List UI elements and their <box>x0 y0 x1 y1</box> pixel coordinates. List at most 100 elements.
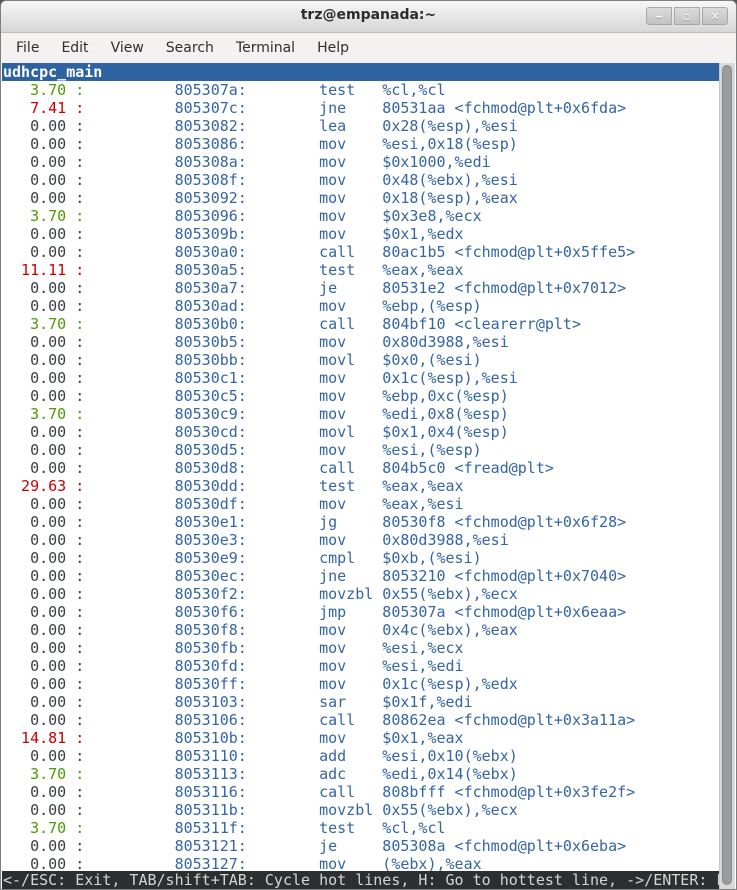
instruction: 8053127: mov (%ebx),%eax <box>93 855 481 871</box>
instruction: 80530a7: je 80531e2 <fchmod@plt+0x7012> <box>93 279 626 297</box>
disasm-row[interactable]: 0.00 : 80530b5: mov 0x80d3988,%esi <box>3 333 719 351</box>
disasm-row[interactable]: 0.00 : 80530e1: jg 80530f8 <fchmod@plt+0… <box>3 513 719 531</box>
disasm-row[interactable]: 0.00 : 80530f2: movzbl 0x55(%ebx),%ecx <box>3 585 719 603</box>
instruction: 805307c: jne 80531aa <fchmod@plt+0x6fda> <box>93 99 626 117</box>
instruction: 8053096: mov $0x3e8,%ecx <box>93 207 481 225</box>
percent: 0.00 : <box>3 567 93 585</box>
instruction: 80530b0: call 804bf10 <clearerr@plt> <box>93 315 581 333</box>
percent: 0.00 : <box>3 531 93 549</box>
scrollbar[interactable] <box>719 63 735 889</box>
disasm-row[interactable]: 7.41 : 805307c: jne 80531aa <fchmod@plt+… <box>3 99 719 117</box>
minimize-icon: ‒ <box>655 10 663 23</box>
status-bar: <-/ESC: Exit, TAB/shift+TAB: Cycle hot l… <box>2 871 719 889</box>
menubar: File Edit View Search Terminal Help <box>1 33 736 63</box>
disasm-row[interactable]: 0.00 : 80530d8: call 804b5c0 <fread@plt> <box>3 459 719 477</box>
instruction: 80530f6: jmp 805307a <fchmod@plt+0x6eaa> <box>93 603 626 621</box>
disasm-row[interactable]: 0.00 : 80530f6: jmp 805307a <fchmod@plt+… <box>3 603 719 621</box>
percent: 0.00 : <box>3 297 93 315</box>
disasm-row[interactable]: 0.00 : 80530ec: jne 8053210 <fchmod@plt+… <box>3 567 719 585</box>
disasm-row[interactable]: 0.00 : 8053121: je 805308a <fchmod@plt+0… <box>3 837 719 855</box>
maximize-icon: ▫ <box>683 10 690 23</box>
disasm-row[interactable]: 0.00 : 8053086: mov %esi,0x18(%esp) <box>3 135 719 153</box>
disasm-row[interactable]: 0.00 : 8053082: lea 0x28(%esp),%esi <box>3 117 719 135</box>
menu-terminal[interactable]: Terminal <box>225 36 306 60</box>
disasm-row[interactable]: 29.63 : 80530dd: test %eax,%eax <box>3 477 719 495</box>
disasm-row[interactable]: 3.70 : 80530b0: call 804bf10 <clearerr@p… <box>3 315 719 333</box>
close-button[interactable]: ✕ <box>702 7 728 25</box>
instruction: 80530c9: mov %edi,0x8(%esp) <box>93 405 508 423</box>
disasm-row[interactable]: 0.00 : 80530c1: mov 0x1c(%esp),%esi <box>3 369 719 387</box>
disasm-row[interactable]: 0.00 : 80530d5: mov %esi,(%esp) <box>3 441 719 459</box>
percent: 0.00 : <box>3 621 93 639</box>
percent: 0.00 : <box>3 441 93 459</box>
disasm-row[interactable]: 0.00 : 80530e3: mov 0x80d3988,%esi <box>3 531 719 549</box>
percent: 0.00 : <box>3 153 93 171</box>
disasm-row[interactable]: 0.00 : 80530df: mov %eax,%esi <box>3 495 719 513</box>
instruction: 8053121: je 805308a <fchmod@plt+0x6eba> <box>93 837 626 855</box>
instruction: 80530f8: mov 0x4c(%ebx),%eax <box>93 621 517 639</box>
disasm-row[interactable]: 0.00 : 80530a0: call 80ac1b5 <fchmod@plt… <box>3 243 719 261</box>
menu-edit[interactable]: Edit <box>50 36 99 60</box>
disasm-row[interactable]: 0.00 : 8053110: add %esi,0x10(%ebx) <box>3 747 719 765</box>
menu-search[interactable]: Search <box>155 36 225 60</box>
disasm-row[interactable]: 0.00 : 805308f: mov 0x48(%ebx),%esi <box>3 171 719 189</box>
disasm-row[interactable]: 3.70 : 805307a: test %cl,%cl <box>3 81 719 99</box>
percent: 3.70 : <box>3 405 93 423</box>
window-controls: ‒ ▫ ✕ <box>646 7 728 25</box>
function-header[interactable]: udhcpc_main <box>2 63 719 81</box>
instruction: 80530ad: mov %ebp,(%esp) <box>93 297 481 315</box>
disasm-row[interactable]: 0.00 : 805309b: mov $0x1,%edx <box>3 225 719 243</box>
instruction: 80530bb: movl $0x0,(%esi) <box>93 351 481 369</box>
disasm-row[interactable]: 3.70 : 8053096: mov $0x3e8,%ecx <box>3 207 719 225</box>
disasm-row[interactable]: 0.00 : 80530e9: cmpl $0xb,(%esi) <box>3 549 719 567</box>
instruction: 80530ec: jne 8053210 <fchmod@plt+0x7040> <box>93 567 626 585</box>
instruction: 805311b: movzbl 0x55(%ebx),%ecx <box>93 801 517 819</box>
disasm-row[interactable]: 0.00 : 80530fb: mov %esi,%ecx <box>3 639 719 657</box>
titlebar[interactable]: trz@empanada:~ ‒ ▫ ✕ <box>1 1 736 33</box>
disasm-row[interactable]: 3.70 : 80530c9: mov %edi,0x8(%esp) <box>3 405 719 423</box>
scrollbar-thumb[interactable] <box>722 65 732 885</box>
instruction: 80530a0: call 80ac1b5 <fchmod@plt+0x5ffe… <box>93 243 635 261</box>
disasm-row[interactable]: 11.11 : 80530a5: test %eax,%eax <box>3 261 719 279</box>
maximize-button[interactable]: ▫ <box>674 7 700 25</box>
percent: 0.00 : <box>3 657 93 675</box>
minimize-button[interactable]: ‒ <box>646 7 672 25</box>
disasm-row[interactable]: 0.00 : 80530bb: movl $0x0,(%esi) <box>3 351 719 369</box>
disasm-row[interactable]: 0.00 : 8053092: mov 0x18(%esp),%eax <box>3 189 719 207</box>
instruction: 805309b: mov $0x1,%edx <box>93 225 463 243</box>
percent: 0.00 : <box>3 783 93 801</box>
percent: 3.70 : <box>3 765 93 783</box>
disasm-row[interactable]: 0.00 : 805308a: mov $0x1000,%edi <box>3 153 719 171</box>
instruction: 80530d5: mov %esi,(%esp) <box>93 441 481 459</box>
disasm-row[interactable]: 3.70 : 805311f: test %cl,%cl <box>3 819 719 837</box>
menu-file[interactable]: File <box>5 36 50 60</box>
disasm-row[interactable]: 14.81 : 805310b: mov $0x1,%eax <box>3 729 719 747</box>
disasm-row[interactable]: 0.00 : 8053106: call 80862ea <fchmod@plt… <box>3 711 719 729</box>
disasm-row[interactable]: 0.00 : 80530cd: movl $0x1,0x4(%esp) <box>3 423 719 441</box>
terminal-screen[interactable]: udhcpc_main 3.70 : 805307a: test %cl,%cl… <box>2 63 735 889</box>
instruction: 80530e9: cmpl $0xb,(%esi) <box>93 549 481 567</box>
disasm-row[interactable]: 0.00 : 80530fd: mov %esi,%edi <box>3 657 719 675</box>
disasm-row[interactable]: 0.00 : 8053127: mov (%ebx),%eax <box>3 855 719 871</box>
disasm-row[interactable]: 0.00 : 805311b: movzbl 0x55(%ebx),%ecx <box>3 801 719 819</box>
disasm-row[interactable]: 0.00 : 80530ff: mov 0x1c(%esp),%edx <box>3 675 719 693</box>
disasm-row[interactable]: 3.70 : 8053113: adc %edi,0x14(%ebx) <box>3 765 719 783</box>
instruction: 805310b: mov $0x1,%eax <box>93 729 463 747</box>
disasm-row[interactable]: 0.00 : 8053116: call 808bfff <fchmod@plt… <box>3 783 719 801</box>
percent: 3.70 : <box>3 315 93 333</box>
disasm-row[interactable]: 0.00 : 80530f8: mov 0x4c(%ebx),%eax <box>3 621 719 639</box>
disasm-row[interactable]: 0.00 : 80530a7: je 80531e2 <fchmod@plt+0… <box>3 279 719 297</box>
percent: 0.00 : <box>3 585 93 603</box>
percent: 0.00 : <box>3 243 93 261</box>
percent: 0.00 : <box>3 459 93 477</box>
disasm-row[interactable]: 0.00 : 8053103: sar $0x1f,%edi <box>3 693 719 711</box>
instruction: 80530a5: test %eax,%eax <box>93 261 463 279</box>
disasm-row[interactable]: 0.00 : 80530c5: mov %ebp,0xc(%esp) <box>3 387 719 405</box>
instruction: 80530dd: test %eax,%eax <box>93 477 463 495</box>
percent: 0.00 : <box>3 423 93 441</box>
menu-view[interactable]: View <box>100 36 155 60</box>
menu-help[interactable]: Help <box>306 36 360 60</box>
disasm-row[interactable]: 0.00 : 80530ad: mov %ebp,(%esp) <box>3 297 719 315</box>
instruction: 80530d8: call 804b5c0 <fread@plt> <box>93 459 554 477</box>
percent: 0.00 : <box>3 603 93 621</box>
